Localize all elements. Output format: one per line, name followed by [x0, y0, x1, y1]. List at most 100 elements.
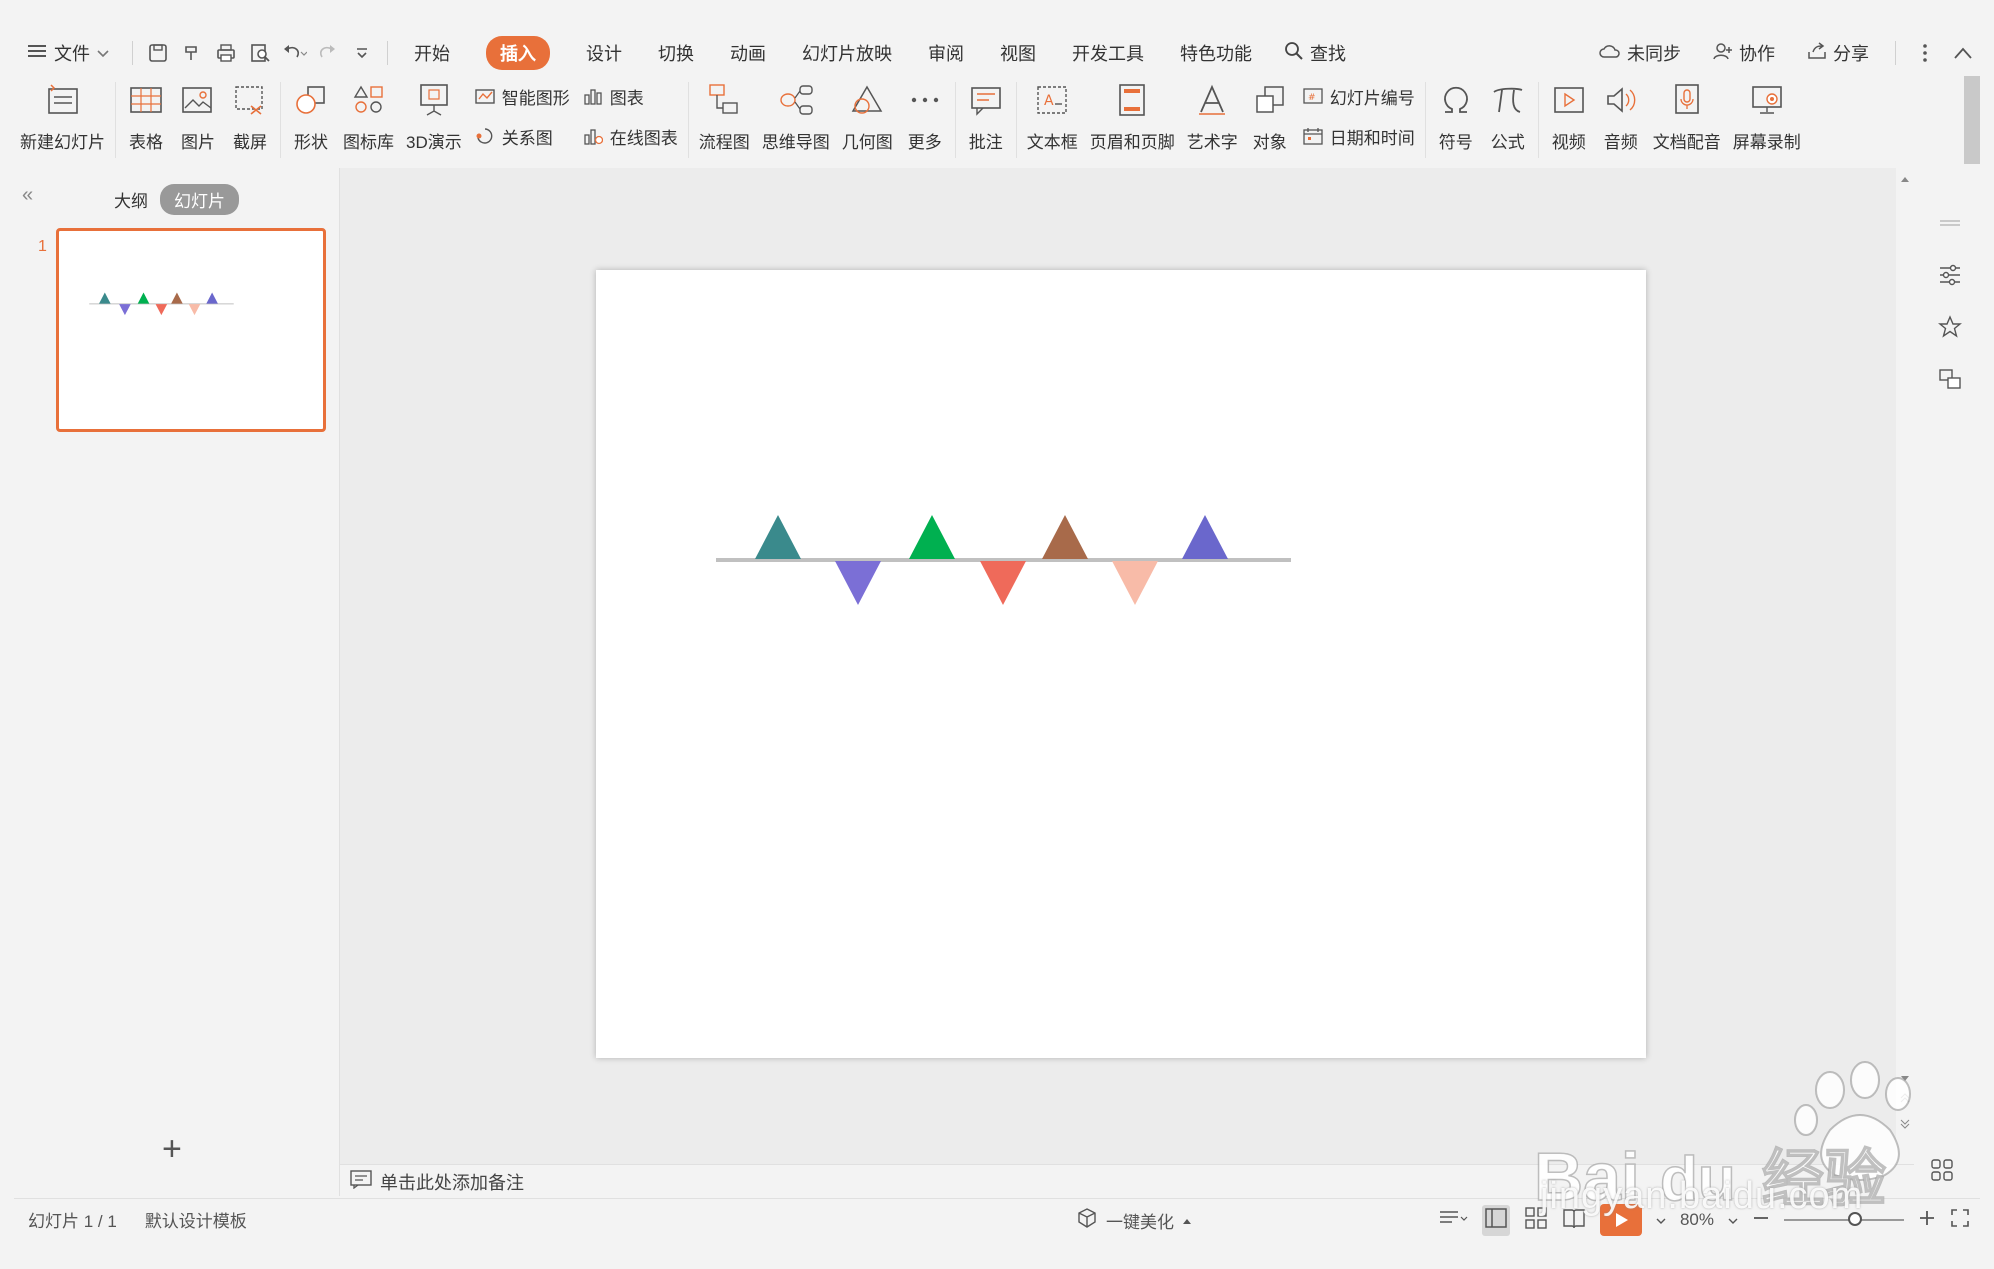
- tab-outline[interactable]: 大纲: [114, 187, 148, 212]
- smart-art-button[interactable]: 智能图形: [474, 79, 570, 113]
- divider: [132, 41, 133, 65]
- transform-icon[interactable]: [1935, 364, 1965, 394]
- zoom-in-icon[interactable]: [1918, 1209, 1936, 1232]
- add-slide-button[interactable]: +: [162, 1130, 182, 1169]
- flag-triangle-up[interactable]: [1042, 515, 1088, 559]
- doc-voice-label: 文档配音: [1652, 133, 1721, 152]
- online-chart-button[interactable]: 在线图表: [582, 119, 678, 153]
- smart-art-group: 智能图形 关系图: [468, 76, 576, 156]
- collapse-panel-icon[interactable]: «: [22, 184, 33, 207]
- relation-icon: [474, 125, 496, 147]
- tab-design[interactable]: 设计: [568, 30, 640, 76]
- ribbon-scroll-handle[interactable]: [1964, 76, 1980, 164]
- symbol-button[interactable]: 符号: [1430, 76, 1482, 168]
- flag-triangle-up[interactable]: [206, 292, 218, 304]
- grid-view-icon[interactable]: [1930, 1158, 1960, 1188]
- more-button[interactable]: 更多: [899, 76, 951, 168]
- tab-home[interactable]: 开始: [396, 30, 468, 76]
- textbox-button[interactable]: A 文本框: [1021, 76, 1084, 168]
- comment-button[interactable]: 批注: [960, 76, 1012, 168]
- tab-review[interactable]: 审阅: [910, 30, 982, 76]
- header-footer-button[interactable]: 页眉和页脚: [1084, 76, 1181, 168]
- print-icon[interactable]: [209, 36, 243, 70]
- screenshot-button[interactable]: 截屏: [224, 76, 276, 168]
- slide-canvas[interactable]: [596, 270, 1646, 1058]
- vertical-scrollbar[interactable]: [1896, 168, 1914, 1164]
- star-icon[interactable]: [1935, 312, 1965, 342]
- divider: [280, 82, 281, 158]
- slide-number-button[interactable]: # 幻灯片编号: [1302, 79, 1415, 113]
- flag-triangle-up[interactable]: [171, 292, 183, 304]
- flag-triangle-down[interactable]: [155, 304, 168, 316]
- flag-triangle-down[interactable]: [188, 304, 201, 316]
- format-painter-icon[interactable]: [175, 36, 209, 70]
- zoom-slider[interactable]: [1784, 1212, 1904, 1226]
- video-label: 视频: [1551, 133, 1586, 152]
- tab-slideshow[interactable]: 幻灯片放映: [784, 30, 910, 76]
- table-button[interactable]: 表格: [120, 76, 172, 168]
- more-vertical-icon[interactable]: [1908, 36, 1942, 70]
- tab-animation[interactable]: 动画: [712, 30, 784, 76]
- flag-triangle-up[interactable]: [1182, 515, 1228, 559]
- slide-thumbnail[interactable]: [56, 228, 326, 432]
- more-label: 更多: [907, 133, 942, 152]
- flag-triangle-down[interactable]: [119, 304, 131, 316]
- screen-record-button[interactable]: 屏幕录制: [1727, 76, 1807, 168]
- customize-toolbar-icon[interactable]: [345, 36, 379, 70]
- notes-toggle-icon[interactable]: [1438, 1207, 1468, 1234]
- picture-button[interactable]: 图片: [172, 76, 224, 168]
- share-button[interactable]: 分享: [1793, 30, 1883, 76]
- wordart-button[interactable]: 艺术字: [1181, 76, 1244, 168]
- search-button[interactable]: 查找: [1270, 30, 1360, 76]
- flag-triangle-up[interactable]: [755, 515, 801, 559]
- icon-library-button[interactable]: 图标库: [337, 76, 400, 168]
- undo-icon[interactable]: [277, 36, 311, 70]
- flag-triangle-down[interactable]: [835, 561, 881, 605]
- settings-sliders-icon[interactable]: [1935, 260, 1965, 290]
- chevron-down-icon: [96, 43, 110, 64]
- flag-triangle-up[interactable]: [909, 515, 955, 559]
- flag-triangle-down[interactable]: [1112, 561, 1158, 605]
- audio-label: 音频: [1603, 133, 1638, 152]
- doc-voice-button[interactable]: 文档配音: [1647, 76, 1727, 168]
- new-slide-label: 新建幻灯片: [20, 133, 105, 152]
- print-preview-icon[interactable]: [243, 36, 277, 70]
- redo-icon[interactable]: [311, 36, 345, 70]
- normal-view-icon[interactable]: [1481, 1204, 1510, 1236]
- date-time-button[interactable]: 日期和时间: [1302, 119, 1415, 153]
- drag-handle-icon[interactable]: [1935, 208, 1965, 238]
- tab-special[interactable]: 特色功能: [1162, 30, 1270, 76]
- template-name[interactable]: 默认设计模板: [131, 1207, 261, 1232]
- speaker-icon: [1601, 80, 1641, 120]
- collaborate-button[interactable]: 协作: [1699, 30, 1789, 76]
- tab-insert[interactable]: 插入: [468, 30, 568, 76]
- video-button[interactable]: 视频: [1543, 76, 1595, 168]
- sync-status-button[interactable]: 未同步: [1585, 30, 1695, 76]
- 3d-demo-button[interactable]: 3D演示: [400, 76, 468, 168]
- bunting-graphic[interactable]: [596, 270, 1646, 1058]
- tab-view[interactable]: 视图: [982, 30, 1054, 76]
- geometry-button[interactable]: 几何图: [836, 76, 899, 168]
- chevron-up-icon[interactable]: [1946, 36, 1980, 70]
- tab-transition[interactable]: 切换: [640, 30, 712, 76]
- audio-button[interactable]: 音频: [1595, 76, 1647, 168]
- fit-window-icon[interactable]: [1950, 1208, 1970, 1233]
- relation-button[interactable]: 关系图: [474, 119, 570, 153]
- formula-button[interactable]: 公式: [1482, 76, 1534, 168]
- tab-slides[interactable]: 幻灯片: [160, 184, 239, 215]
- save-icon[interactable]: [141, 36, 175, 70]
- flag-triangle-up[interactable]: [137, 292, 150, 304]
- mindmap-button[interactable]: 思维导图: [756, 76, 836, 168]
- flag-triangle-up[interactable]: [99, 292, 111, 304]
- shape-button[interactable]: 形状: [285, 76, 337, 168]
- tab-developer[interactable]: 开发工具: [1054, 30, 1162, 76]
- new-slide-button[interactable]: 新建幻灯片: [14, 76, 111, 168]
- flag-triangle-down[interactable]: [980, 561, 1026, 605]
- divider: [1537, 82, 1539, 158]
- flowchart-button[interactable]: 流程图: [693, 76, 756, 168]
- chart-button[interactable]: 图表: [582, 79, 678, 113]
- beautify-label: 一键美化: [1106, 1212, 1174, 1232]
- file-menu[interactable]: 文件: [14, 30, 124, 76]
- beautify-button[interactable]: 一键美化: [1076, 1199, 1192, 1241]
- object-button[interactable]: 对象: [1244, 76, 1296, 168]
